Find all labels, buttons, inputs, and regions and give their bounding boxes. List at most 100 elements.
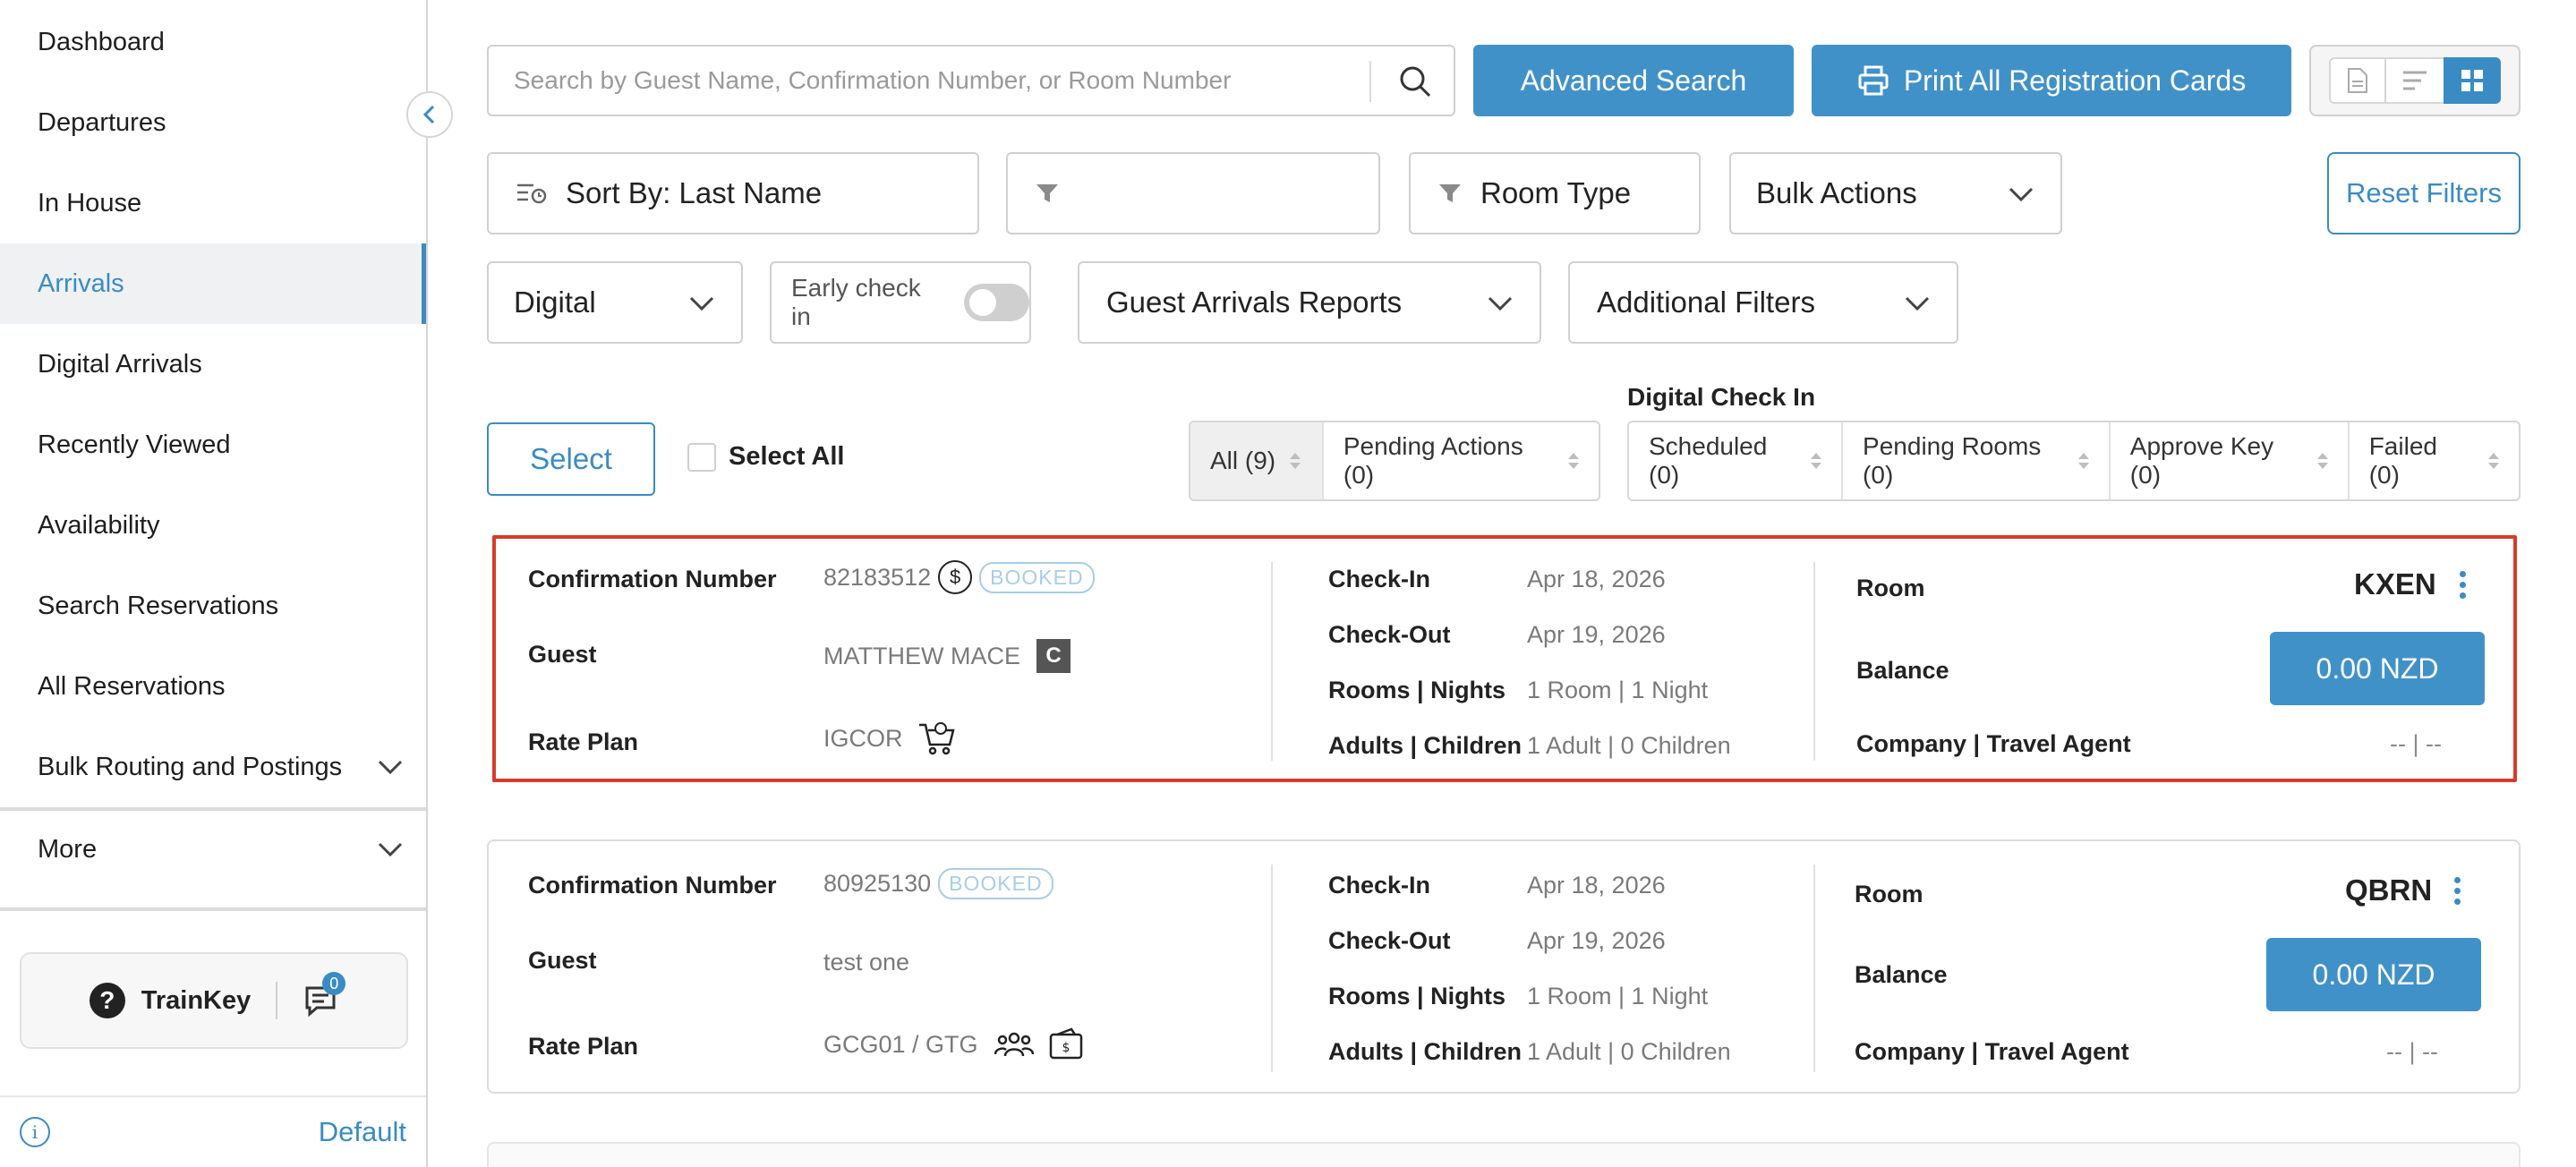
sort-by-label: Sort By: Last Name: [566, 176, 823, 209]
room-type-filter[interactable]: Room Type: [1409, 152, 1701, 234]
reset-filters-button[interactable]: Reset Filters: [2327, 152, 2521, 234]
dollar-icon: $: [938, 560, 973, 594]
room-number[interactable]: KXEN: [2354, 567, 2436, 601]
sidebar-item-search-reservations[interactable]: Search Reservations: [0, 566, 426, 646]
trainkey-label[interactable]: TrainKey: [141, 986, 252, 1016]
reservation-card[interactable]: Confirmation Number 80925130 BOOKED Gues…: [487, 839, 2521, 1094]
sidebar-footer: i Default: [0, 1095, 426, 1167]
digital-checkin-tabs: Scheduled (0) Pending Rooms (0) Approve …: [1627, 421, 2521, 501]
adults-children-label: Adults | Children: [1328, 1038, 1523, 1065]
view-grid-button[interactable]: [2444, 57, 2501, 104]
tab-failed[interactable]: Failed (0): [2350, 422, 2519, 499]
sidebar-item-availability[interactable]: Availability: [0, 485, 426, 566]
select-all-label: Select All: [729, 442, 845, 471]
chat-count-badge: 0: [322, 972, 346, 995]
status-badge: BOOKED: [938, 868, 1053, 899]
digital-label: Digital: [514, 285, 596, 319]
sidebar-item-recently-viewed[interactable]: Recently Viewed: [0, 405, 426, 485]
confirmation-number[interactable]: 80925130: [823, 870, 931, 898]
default-link[interactable]: Default: [319, 1116, 406, 1148]
advanced-search-button[interactable]: Advanced Search: [1473, 45, 1794, 116]
status-badge: BOOKED: [979, 561, 1095, 593]
view-list-button[interactable]: [2386, 57, 2444, 104]
divider: [0, 907, 426, 911]
filter-icon: [1439, 184, 1461, 202]
sidebar-item-label: Recently Viewed: [38, 430, 231, 459]
sidebar-item-arrivals[interactable]: Arrivals: [0, 243, 426, 324]
sidebar-item-label: Digital Arrivals: [38, 349, 202, 379]
confirmation-label: Confirmation Number: [528, 872, 777, 899]
tab-label: Scheduled (0): [1649, 432, 1768, 489]
balance-button[interactable]: 0.00 NZD: [2266, 938, 2481, 1011]
select-button[interactable]: Select: [487, 422, 655, 496]
chevron-down-icon: [1905, 296, 1930, 311]
rate-plan-label: Rate Plan: [528, 728, 639, 755]
tab-scheduled[interactable]: Scheduled (0): [1629, 422, 1844, 499]
divider: [1813, 865, 1815, 1072]
rooms-nights-label: Rooms | Nights: [1328, 983, 1506, 1009]
sidebar: Dashboard Departures In House Arrivals D…: [0, 0, 428, 1167]
reports-label: Guest Arrivals Reports: [1106, 285, 1403, 319]
filter-icon: [1036, 184, 1058, 202]
early-checkin-toggle[interactable]: [964, 284, 1029, 321]
sidebar-item-digital-arrivals[interactable]: Digital Arrivals: [0, 324, 426, 405]
sidebar-item-in-house[interactable]: In House: [0, 163, 426, 243]
check-out-value: Apr 19, 2026: [1527, 927, 1666, 954]
rate-plan-label: Rate Plan: [528, 1033, 639, 1060]
chevron-down-icon: [378, 842, 403, 857]
help-icon[interactable]: ?: [89, 983, 125, 1018]
chevron-down-icon: [378, 760, 403, 775]
guest-label: Guest: [528, 641, 597, 668]
guest-label: Guest: [528, 947, 597, 974]
sidebar-item-bulk-routing[interactable]: Bulk Routing and Postings: [0, 727, 426, 807]
divider: [1369, 61, 1371, 102]
room-label: Room: [1856, 575, 1925, 601]
confirmation-value: 82183512 $ BOOKED: [823, 560, 1095, 594]
sort-by-dropdown[interactable]: Sort By: Last Name: [487, 152, 979, 234]
chat-button[interactable]: 0: [303, 972, 346, 1018]
tab-label: All (9): [1210, 447, 1276, 474]
reservation-card[interactable]: Confirmation Number 82183512 $ BOOKED Gu…: [492, 535, 2517, 782]
search-icon[interactable]: [1398, 64, 1432, 98]
document-icon: [2348, 68, 2367, 93]
check-out-label: Check-Out: [1328, 927, 1451, 954]
sort-icon: [2487, 453, 2499, 469]
view-document-button[interactable]: [2329, 57, 2386, 104]
reservation-card-partial: [487, 1142, 2521, 1167]
search-input[interactable]: [514, 66, 1373, 95]
rate-plan-code: GCG01 / GTG: [823, 1030, 978, 1058]
additional-filters-dropdown[interactable]: Additional Filters: [1568, 261, 1958, 344]
guest-name[interactable]: MATTHEW MACE: [823, 643, 1020, 670]
room-type-label: Room Type: [1480, 176, 1632, 209]
chevron-down-icon: [689, 296, 714, 311]
sidebar-item-more[interactable]: More: [0, 809, 426, 890]
digital-dropdown[interactable]: Digital: [487, 261, 743, 344]
tab-approve-key[interactable]: Approve Key (0): [2111, 422, 2350, 499]
balance-button[interactable]: 0.00 NZD: [2270, 632, 2485, 705]
tab-pending-rooms[interactable]: Pending Rooms (0): [1843, 422, 2111, 499]
more-options-icon[interactable]: [2460, 571, 2467, 599]
select-all-checkbox[interactable]: Select All: [687, 442, 844, 472]
grid-icon: [2461, 70, 2483, 91]
print-registration-cards-button[interactable]: Print All Registration Cards: [1812, 45, 2291, 116]
guest-arrivals-reports-dropdown[interactable]: Guest Arrivals Reports: [1078, 261, 1541, 344]
tab-pending-actions[interactable]: Pending Actions (0): [1324, 422, 1599, 499]
tab-label: Failed (0): [2368, 432, 2437, 489]
check-in-value: Apr 18, 2026: [1527, 566, 1666, 592]
collapse-sidebar-button[interactable]: [406, 91, 453, 138]
checkbox[interactable]: [687, 442, 716, 472]
rooms-nights-value: 1 Room | 1 Night: [1527, 677, 1709, 703]
sidebar-item-dashboard[interactable]: Dashboard: [0, 2, 426, 82]
sidebar-item-all-reservations[interactable]: All Reservations: [0, 646, 426, 727]
divider: [1271, 865, 1273, 1072]
room-number[interactable]: QBRN: [2345, 873, 2432, 907]
filter-dropdown[interactable]: [1006, 152, 1380, 234]
info-icon[interactable]: i: [20, 1117, 50, 1147]
room-label: Room: [1855, 881, 1923, 907]
bulk-actions-dropdown[interactable]: Bulk Actions: [1729, 152, 2062, 234]
sidebar-item-departures[interactable]: Departures: [0, 82, 426, 163]
more-options-icon[interactable]: [2454, 877, 2461, 905]
tab-all[interactable]: All (9): [1190, 422, 1324, 499]
confirmation-number[interactable]: 82183512: [823, 564, 931, 592]
guest-name[interactable]: test one: [823, 949, 909, 976]
